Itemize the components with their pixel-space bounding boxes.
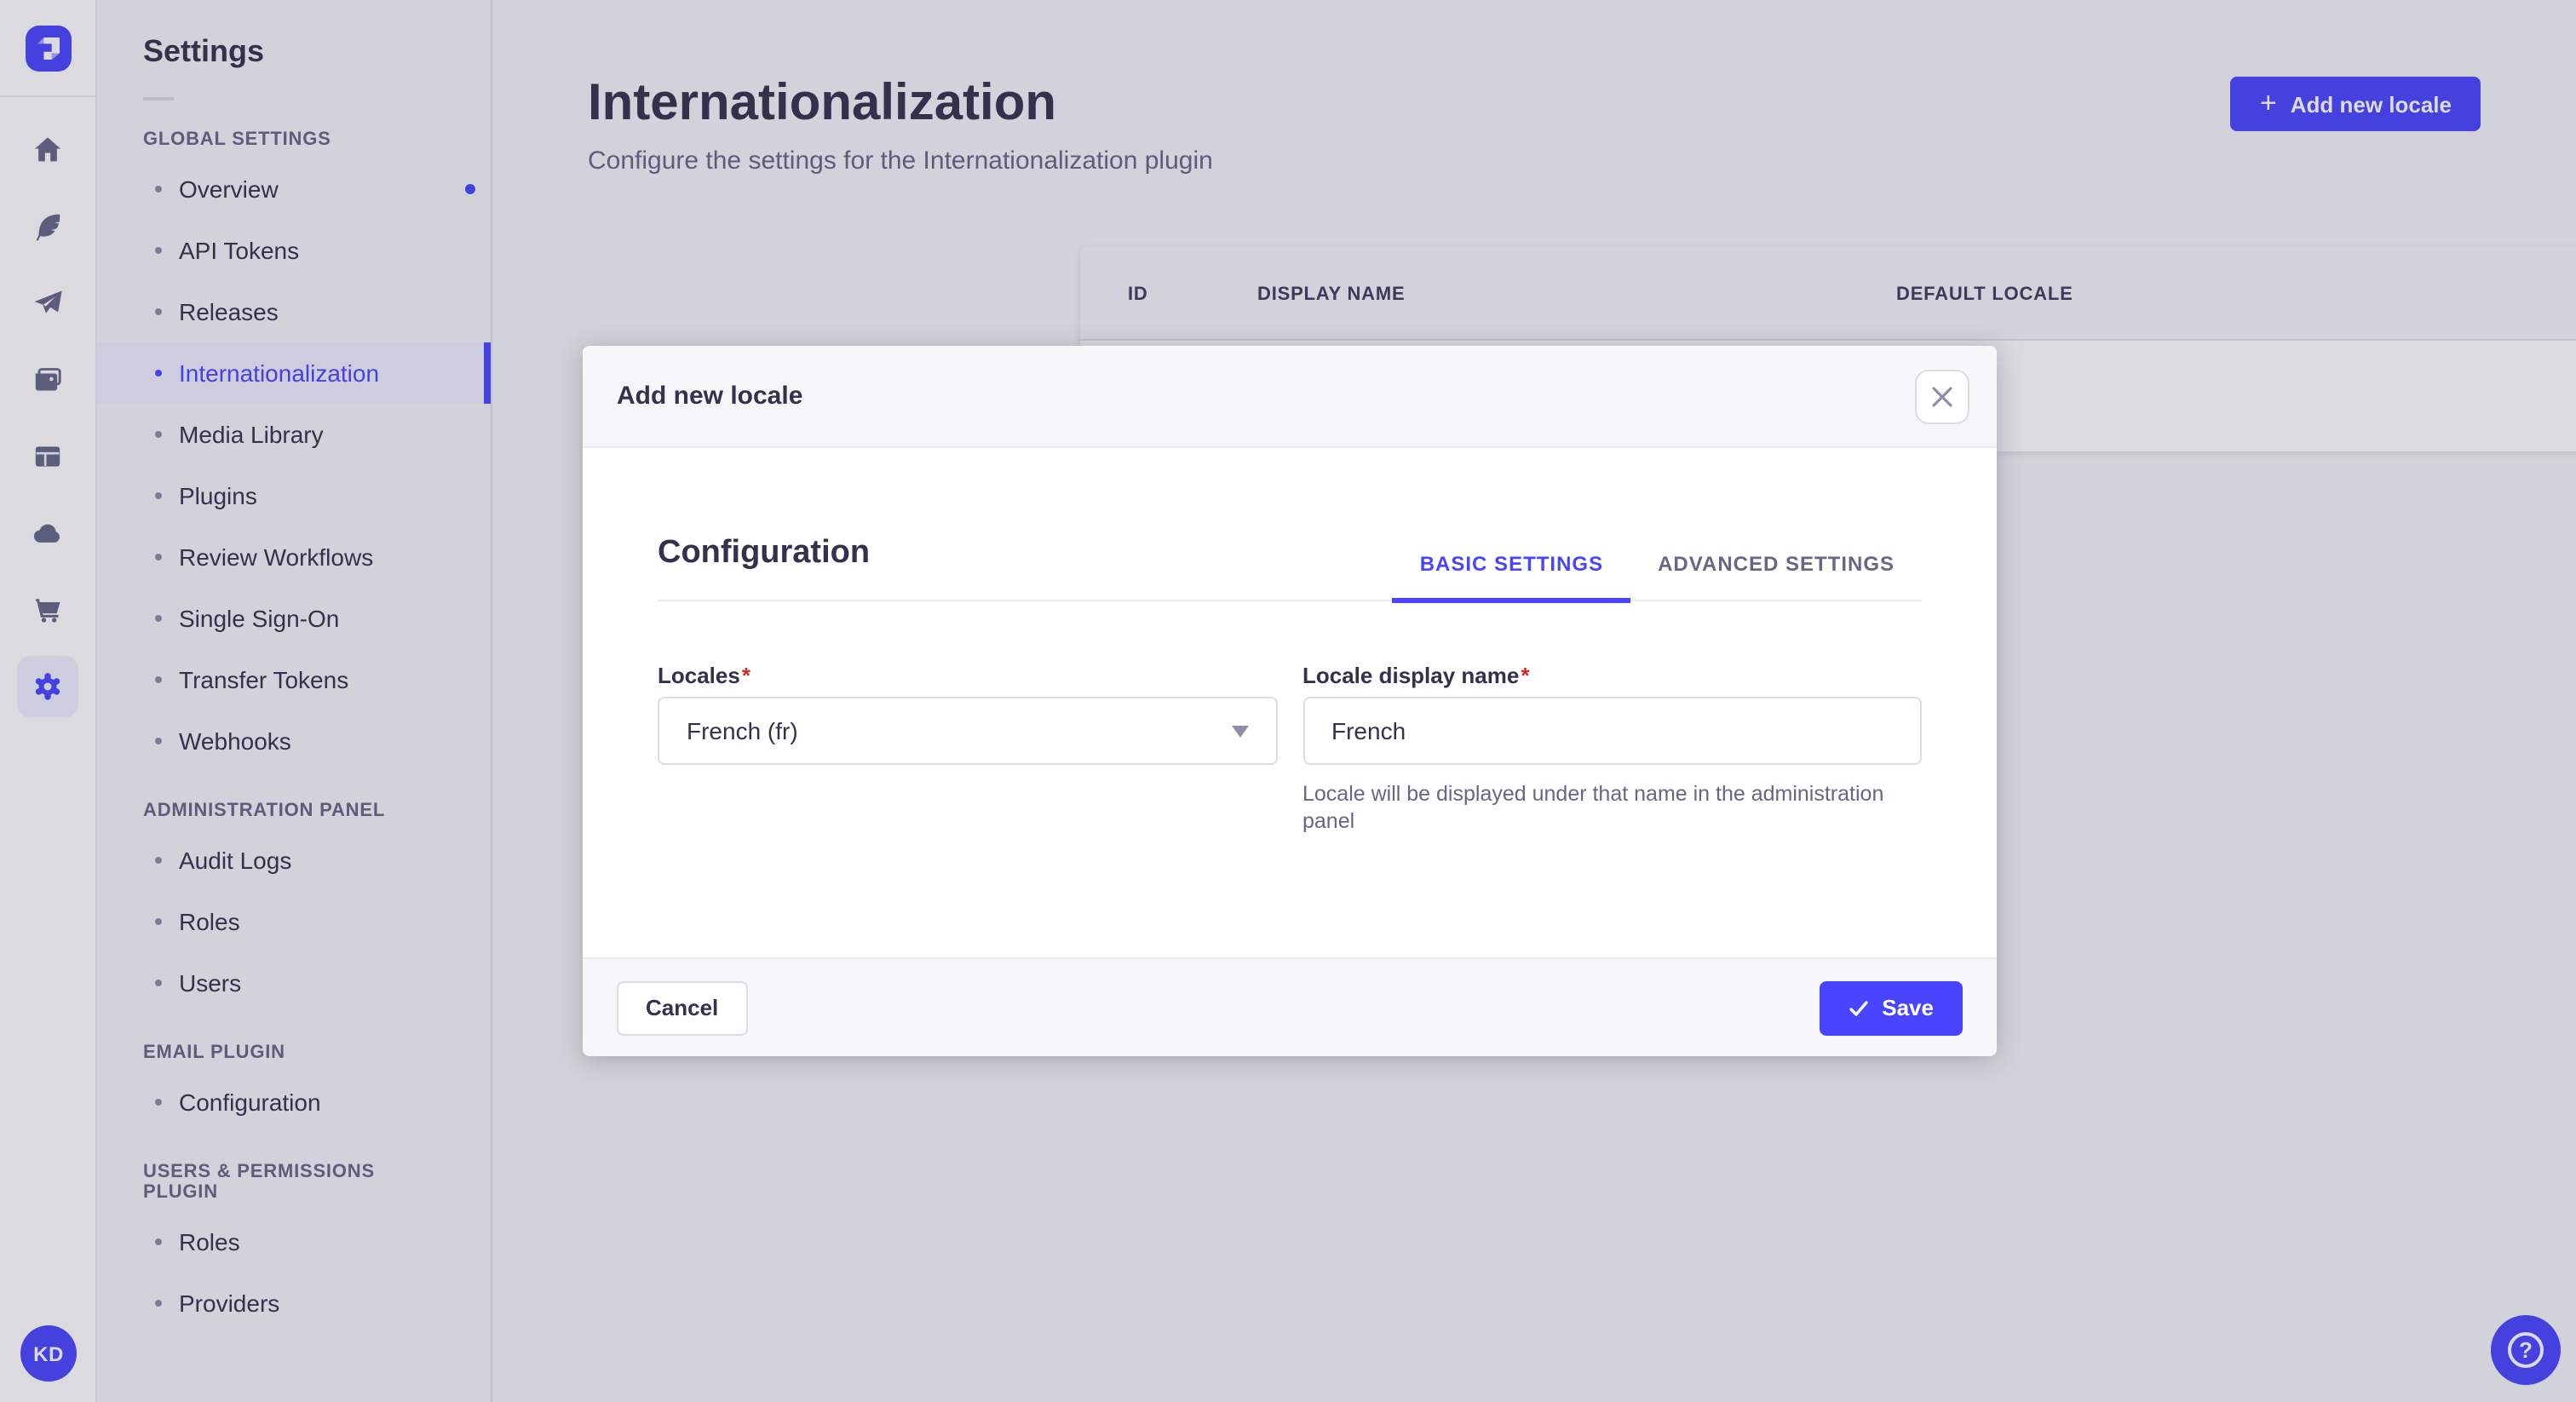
configuration-header-row: Configuration BASIC SETTINGS ADVANCED SE… — [658, 448, 1922, 603]
locales-select-value: French (fr) — [687, 717, 798, 744]
cancel-button[interactable]: Cancel — [617, 980, 748, 1035]
locales-label: Locales * — [658, 663, 750, 688]
display-name-field: Locale display name* Locale will be disp… — [1302, 663, 1922, 835]
locales-field: Locales * French (fr) — [658, 663, 1277, 835]
modal-body: Configuration BASIC SETTINGS ADVANCED SE… — [583, 448, 1997, 957]
close-button[interactable] — [1915, 369, 1969, 423]
chevron-down-icon — [1231, 725, 1248, 737]
modal-header: Add new locale — [583, 346, 1997, 448]
display-name-label: Locale display name * — [1302, 663, 1530, 688]
display-name-hint: Locale will be displayed under that name… — [1302, 782, 1884, 833]
required-asterisk: * — [1521, 663, 1530, 688]
required-asterisk: * — [741, 663, 750, 688]
configuration-title: Configuration — [658, 535, 871, 571]
app-window: KD Settings GLOBAL SETTINGS Overview API… — [0, 0, 2576, 1402]
display-name-input[interactable] — [1302, 697, 1922, 765]
modal-footer: Cancel Save — [583, 957, 1997, 1056]
locales-select[interactable]: French (fr) — [658, 697, 1277, 765]
form-fields-row: Locales * French (fr) Locale display name… — [658, 663, 1922, 835]
save-button[interactable]: Save — [1819, 980, 1963, 1035]
checkmark-icon — [1849, 1000, 1867, 1015]
close-icon — [1932, 386, 1952, 406]
add-locale-modal: Add new locale Configuration BASIC SETTI… — [583, 346, 1997, 1056]
settings-tabs: BASIC SETTINGS ADVANCED SETTINGS — [1392, 552, 1922, 603]
tab-basic-settings[interactable]: BASIC SETTINGS — [1392, 552, 1631, 603]
tab-advanced-settings[interactable]: ADVANCED SETTINGS — [1630, 552, 1922, 603]
modal-title: Add new locale — [617, 382, 803, 411]
